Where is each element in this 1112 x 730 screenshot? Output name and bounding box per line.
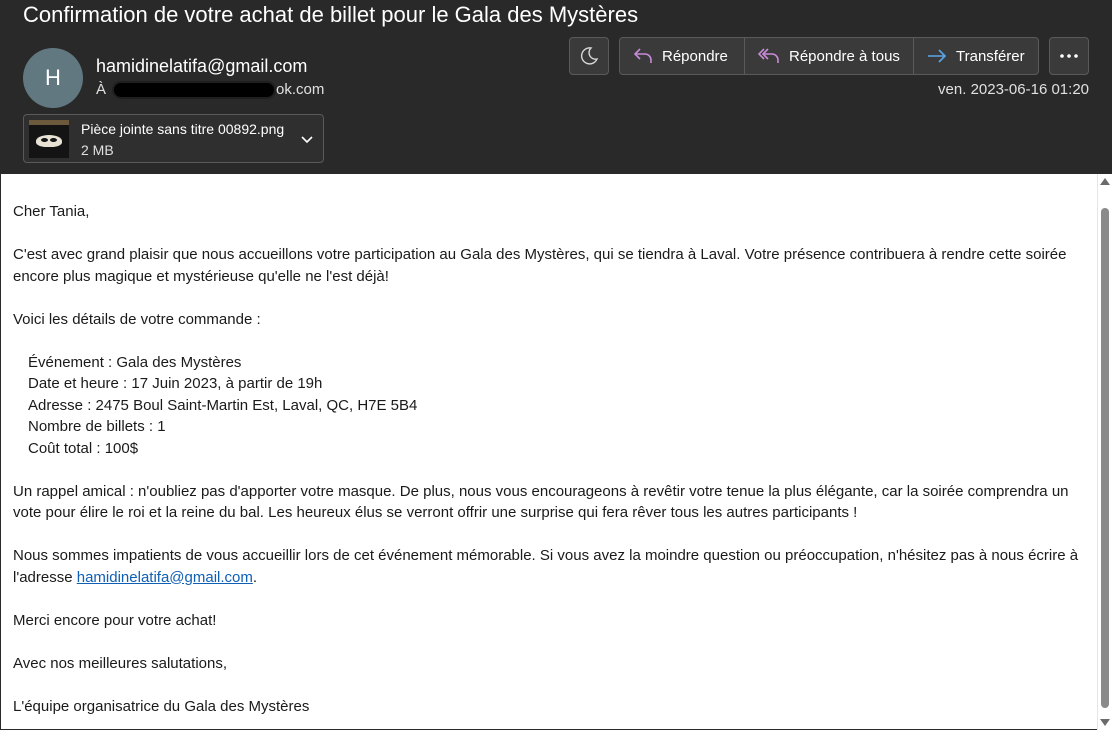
sent-date: ven. 2023-06-16 01:20 (938, 81, 1089, 98)
detail-event: Événement : Gala des Mystères (28, 353, 242, 371)
order-details: Événement : Gala des Mystères Date et he… (28, 352, 1085, 460)
closing-line: Avec nos meilleures salutations, (13, 654, 227, 672)
forward-button[interactable]: Transférer (914, 38, 1038, 74)
attachment-card[interactable]: Pièce jointe sans titre 00892.png 2 MB (23, 114, 324, 163)
more-actions-button[interactable] (1049, 37, 1089, 75)
contact-end: . (252, 568, 258, 586)
reply-all-arrow-icon (757, 48, 779, 63)
scroll-thumb[interactable] (1101, 208, 1109, 708)
greeting: Cher Tania, (13, 203, 90, 220)
scroll-up-arrow-icon[interactable] (1100, 178, 1110, 185)
mask-image (36, 135, 62, 147)
reply-all-button[interactable]: Répondre à tous (745, 38, 914, 74)
recipient-prefix: À (96, 81, 107, 98)
attachment-size: 2 MB (81, 142, 114, 158)
forward-label: Transférer (956, 47, 1025, 65)
recipient-suffix[interactable]: ok.com (276, 81, 324, 98)
sender-avatar[interactable]: H (23, 48, 83, 108)
detail-total-cost: Coût total : 100$ (28, 439, 139, 457)
sender-email[interactable]: hamidinelatifa@gmail.com (96, 56, 307, 77)
message-header: Confirmation de votre achat de billet po… (0, 0, 1112, 174)
email-subject: Confirmation de votre achat de billet po… (23, 2, 639, 27)
scroll-down-arrow-icon[interactable] (1100, 719, 1110, 726)
reply-toolbar: Répondre Répondre à tous Transférer (619, 37, 1039, 75)
details-intro: Voici les détails de votre commande : (13, 310, 261, 328)
message-body: Cher Tania, C'est avec grand plaisir que… (1, 174, 1097, 729)
contact-email-link[interactable]: hamidinelatifa@gmail.com (77, 569, 253, 586)
moon-icon (580, 47, 599, 65)
reply-all-label: Répondre à tous (789, 47, 900, 65)
detail-datetime: Date et heure : 17 Juin 2023, à partir d… (28, 375, 323, 392)
vertical-scrollbar[interactable] (1097, 174, 1112, 730)
recipient-line: Àok.com (96, 81, 324, 98)
redaction-mark (114, 83, 275, 98)
reply-button[interactable]: Répondre (620, 38, 745, 74)
attachment-thumbnail (29, 120, 69, 158)
attachment-name: Pièce jointe sans titre 00892.png (81, 121, 285, 137)
intro-paragraph: C'est avec grand plaisir que nous accuei… (13, 246, 1067, 285)
reply-arrow-icon (633, 48, 652, 63)
signature-line: L'équipe organisatrice du Gala des Mystè… (13, 697, 310, 715)
reply-label: Répondre (662, 47, 728, 65)
detail-address: Adresse : 2475 Boul Saint-Martin Est, La… (28, 396, 418, 414)
forward-arrow-icon (928, 49, 947, 63)
chevron-down-icon[interactable] (299, 131, 315, 147)
theme-toggle-button[interactable] (569, 37, 609, 75)
ellipsis-icon (1060, 54, 1078, 58)
reminder-paragraph: Un rappel amical : n'oubliez pas d'appor… (13, 482, 1069, 522)
thanks-line: Merci encore pour votre achat! (13, 611, 217, 629)
detail-ticket-count: Nombre de billets : 1 (28, 418, 166, 435)
contact-paragraph: Nous sommes impatients de vous accueilli… (13, 545, 1085, 588)
